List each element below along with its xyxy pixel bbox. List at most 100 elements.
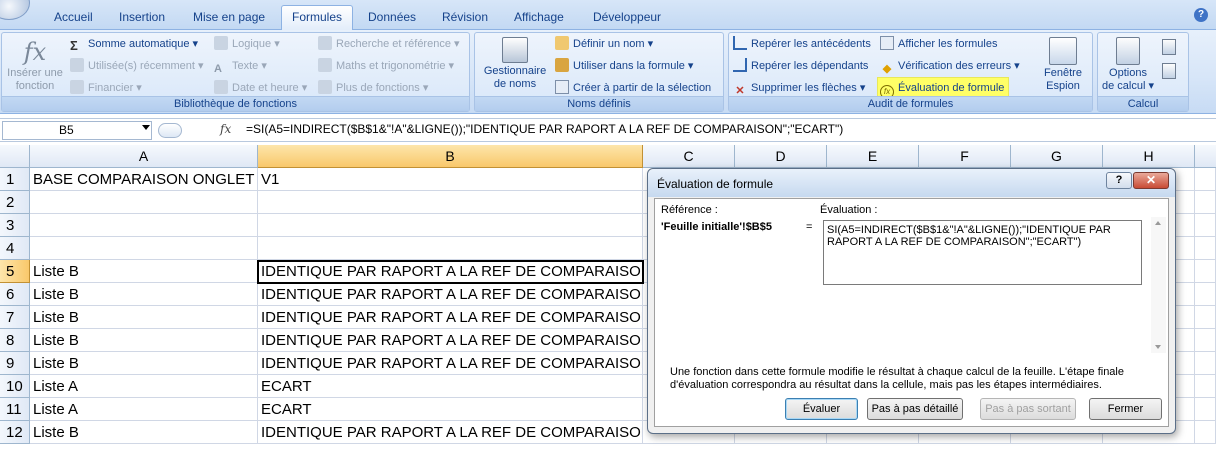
more-functions-button[interactable]: Plus de fonctions ▾ [318, 79, 428, 97]
cell-b12[interactable]: IDENTIQUE PAR RAPORT A LA REF DE COMPARA… [258, 421, 643, 444]
column-header-b[interactable]: B [258, 145, 643, 168]
column-header-d[interactable]: D [735, 145, 827, 168]
cell-b11[interactable]: ECART [258, 398, 643, 421]
formula-input[interactable]: =SI(A5=INDIRECT($B$1&"!A"&LIGNE());"IDEN… [246, 122, 843, 136]
cell-a1[interactable]: BASE COMPARAISON ONGLET [30, 168, 258, 191]
define-name-button[interactable]: Définir un nom ▾ [555, 35, 653, 53]
cell-a12[interactable]: Liste B [30, 421, 258, 444]
tab-accueil[interactable]: Accueil [44, 8, 103, 30]
remove-arrows-button[interactable]: ✕ Supprimer les flèches ▾ [733, 79, 865, 97]
create-from-selection-button[interactable]: Créer à partir de la sélection [555, 79, 711, 97]
dialog-close-button[interactable]: ✕ [1133, 172, 1169, 189]
watch-window-button[interactable]: Fenêtre Espion [1037, 37, 1089, 93]
column-header-i[interactable] [1195, 145, 1216, 168]
row-header-4[interactable]: 4 [0, 237, 30, 260]
insert-function-button[interactable]: fx Insérer une fonction [4, 37, 66, 93]
help-icon[interactable]: ? [1194, 8, 1208, 22]
name-box-dropdown-icon[interactable] [142, 125, 150, 130]
dialog-help-button[interactable]: ? [1106, 172, 1132, 189]
cell-b9[interactable]: IDENTIQUE PAR RAPORT A LA REF DE COMPARA… [258, 352, 643, 375]
column-header-a[interactable]: A [30, 145, 258, 168]
use-in-formula-button[interactable]: Utiliser dans la formule ▾ [555, 57, 693, 75]
cell-b10[interactable]: ECART [258, 375, 643, 398]
calc-options-button[interactable]: Options de calcul ▾ [1100, 37, 1156, 93]
column-header-h[interactable]: H [1103, 145, 1195, 168]
calc-now-icon[interactable] [1162, 39, 1176, 55]
lookup-button[interactable]: Recherche et référence ▾ [318, 35, 460, 53]
trace-precedents-button[interactable]: Repérer les antécédents [733, 35, 871, 53]
row-header-7[interactable]: 7 [0, 306, 30, 329]
cell-a9[interactable]: Liste B [30, 352, 258, 375]
tab-donnees[interactable]: Données [358, 8, 426, 30]
row-header-6[interactable]: 6 [0, 283, 30, 306]
tab-developpeur[interactable]: Développeur [583, 8, 671, 30]
name-box[interactable]: B5 [2, 121, 152, 140]
evaluate-formula-button[interactable]: fx Évaluation de formule [876, 77, 1010, 99]
name-manager-button[interactable]: Gestionnaire de noms [479, 37, 551, 91]
row-header-5[interactable]: 5 [0, 260, 30, 283]
close-dialog-button[interactable]: Fermer [1089, 398, 1162, 420]
formula-bar-handle[interactable] [158, 123, 182, 138]
column-header-e[interactable]: E [827, 145, 919, 168]
cell-a8[interactable]: Liste B [30, 329, 258, 352]
scroll-up-icon[interactable] [1155, 221, 1161, 225]
row-header-10[interactable]: 10 [0, 375, 30, 398]
step-out-button[interactable]: Pas à pas sortant [980, 398, 1076, 420]
cell-b4[interactable] [258, 237, 643, 260]
cell-a10[interactable]: Liste A [30, 375, 258, 398]
empty-cell[interactable] [1195, 306, 1216, 329]
recent-button[interactable]: Utilisée(s) récemment ▾ [70, 57, 204, 75]
cell-a11[interactable]: Liste A [30, 398, 258, 421]
cell-a7[interactable]: Liste B [30, 306, 258, 329]
tab-formules[interactable]: Formules [281, 5, 354, 31]
show-formulas-button[interactable]: Afficher les formules [880, 35, 997, 53]
financial-button[interactable]: Financier ▾ [70, 79, 142, 97]
empty-cell[interactable] [1195, 421, 1216, 444]
cell-b1[interactable]: V1 [258, 168, 643, 191]
scroll-down-icon[interactable] [1155, 345, 1161, 349]
column-header-f[interactable]: F [919, 145, 1011, 168]
row-header-9[interactable]: 9 [0, 352, 30, 375]
row-header-3[interactable]: 3 [0, 214, 30, 237]
row-header-11[interactable]: 11 [0, 398, 30, 421]
error-checking-button[interactable]: ◆ Vérification des erreurs ▾ [880, 57, 1020, 75]
empty-cell[interactable] [1195, 237, 1216, 260]
column-header-c[interactable]: C [643, 145, 735, 168]
cell-b3[interactable] [258, 214, 643, 237]
tab-revision[interactable]: Révision [432, 8, 498, 30]
tab-mise-en-page[interactable]: Mise en page [183, 8, 275, 30]
datetime-button[interactable]: Date et heure ▾ [214, 79, 307, 97]
empty-cell[interactable] [1195, 329, 1216, 352]
math-button[interactable]: Maths et trigonométrie ▾ [318, 57, 454, 75]
empty-cell[interactable] [1195, 260, 1216, 283]
empty-cell[interactable] [1195, 191, 1216, 214]
step-in-button[interactable]: Pas à pas détaillé [867, 398, 963, 420]
empty-cell[interactable] [1195, 352, 1216, 375]
calc-sheet-icon[interactable] [1162, 63, 1176, 79]
row-header-1[interactable]: 1 [0, 168, 30, 191]
cell-a2[interactable] [30, 191, 258, 214]
cell-a5[interactable]: Liste B [30, 260, 258, 283]
evaluate-button[interactable]: Évaluer [785, 398, 858, 420]
trace-dependents-button[interactable]: Repérer les dépendants [733, 57, 868, 75]
empty-cell[interactable] [1195, 283, 1216, 306]
row-header-8[interactable]: 8 [0, 329, 30, 352]
evaluation-scrollbar[interactable] [1151, 217, 1166, 353]
empty-cell[interactable] [1195, 168, 1216, 191]
office-button[interactable] [0, 0, 30, 20]
cell-a6[interactable]: Liste B [30, 283, 258, 306]
tab-affichage[interactable]: Affichage [504, 8, 574, 30]
dialog-title-bar[interactable]: Évaluation de formule ? ✕ [648, 169, 1175, 197]
cell-a3[interactable] [30, 214, 258, 237]
cell-b6[interactable]: IDENTIQUE PAR RAPORT A LA REF DE COMPARA… [258, 283, 643, 306]
row-header-2[interactable]: 2 [0, 191, 30, 214]
empty-cell[interactable] [1195, 214, 1216, 237]
empty-cell[interactable] [1195, 398, 1216, 421]
cell-b7[interactable]: IDENTIQUE PAR RAPORT A LA REF DE COMPARA… [258, 306, 643, 329]
column-header-g[interactable]: G [1011, 145, 1103, 168]
row-header-12[interactable]: 12 [0, 421, 30, 444]
insert-function-fx-icon[interactable]: fx [220, 122, 231, 136]
autosum-button[interactable]: Σ Somme automatique ▾ [70, 35, 198, 53]
logical-button[interactable]: Logique ▾ [214, 35, 280, 53]
select-all-corner[interactable] [0, 145, 30, 168]
